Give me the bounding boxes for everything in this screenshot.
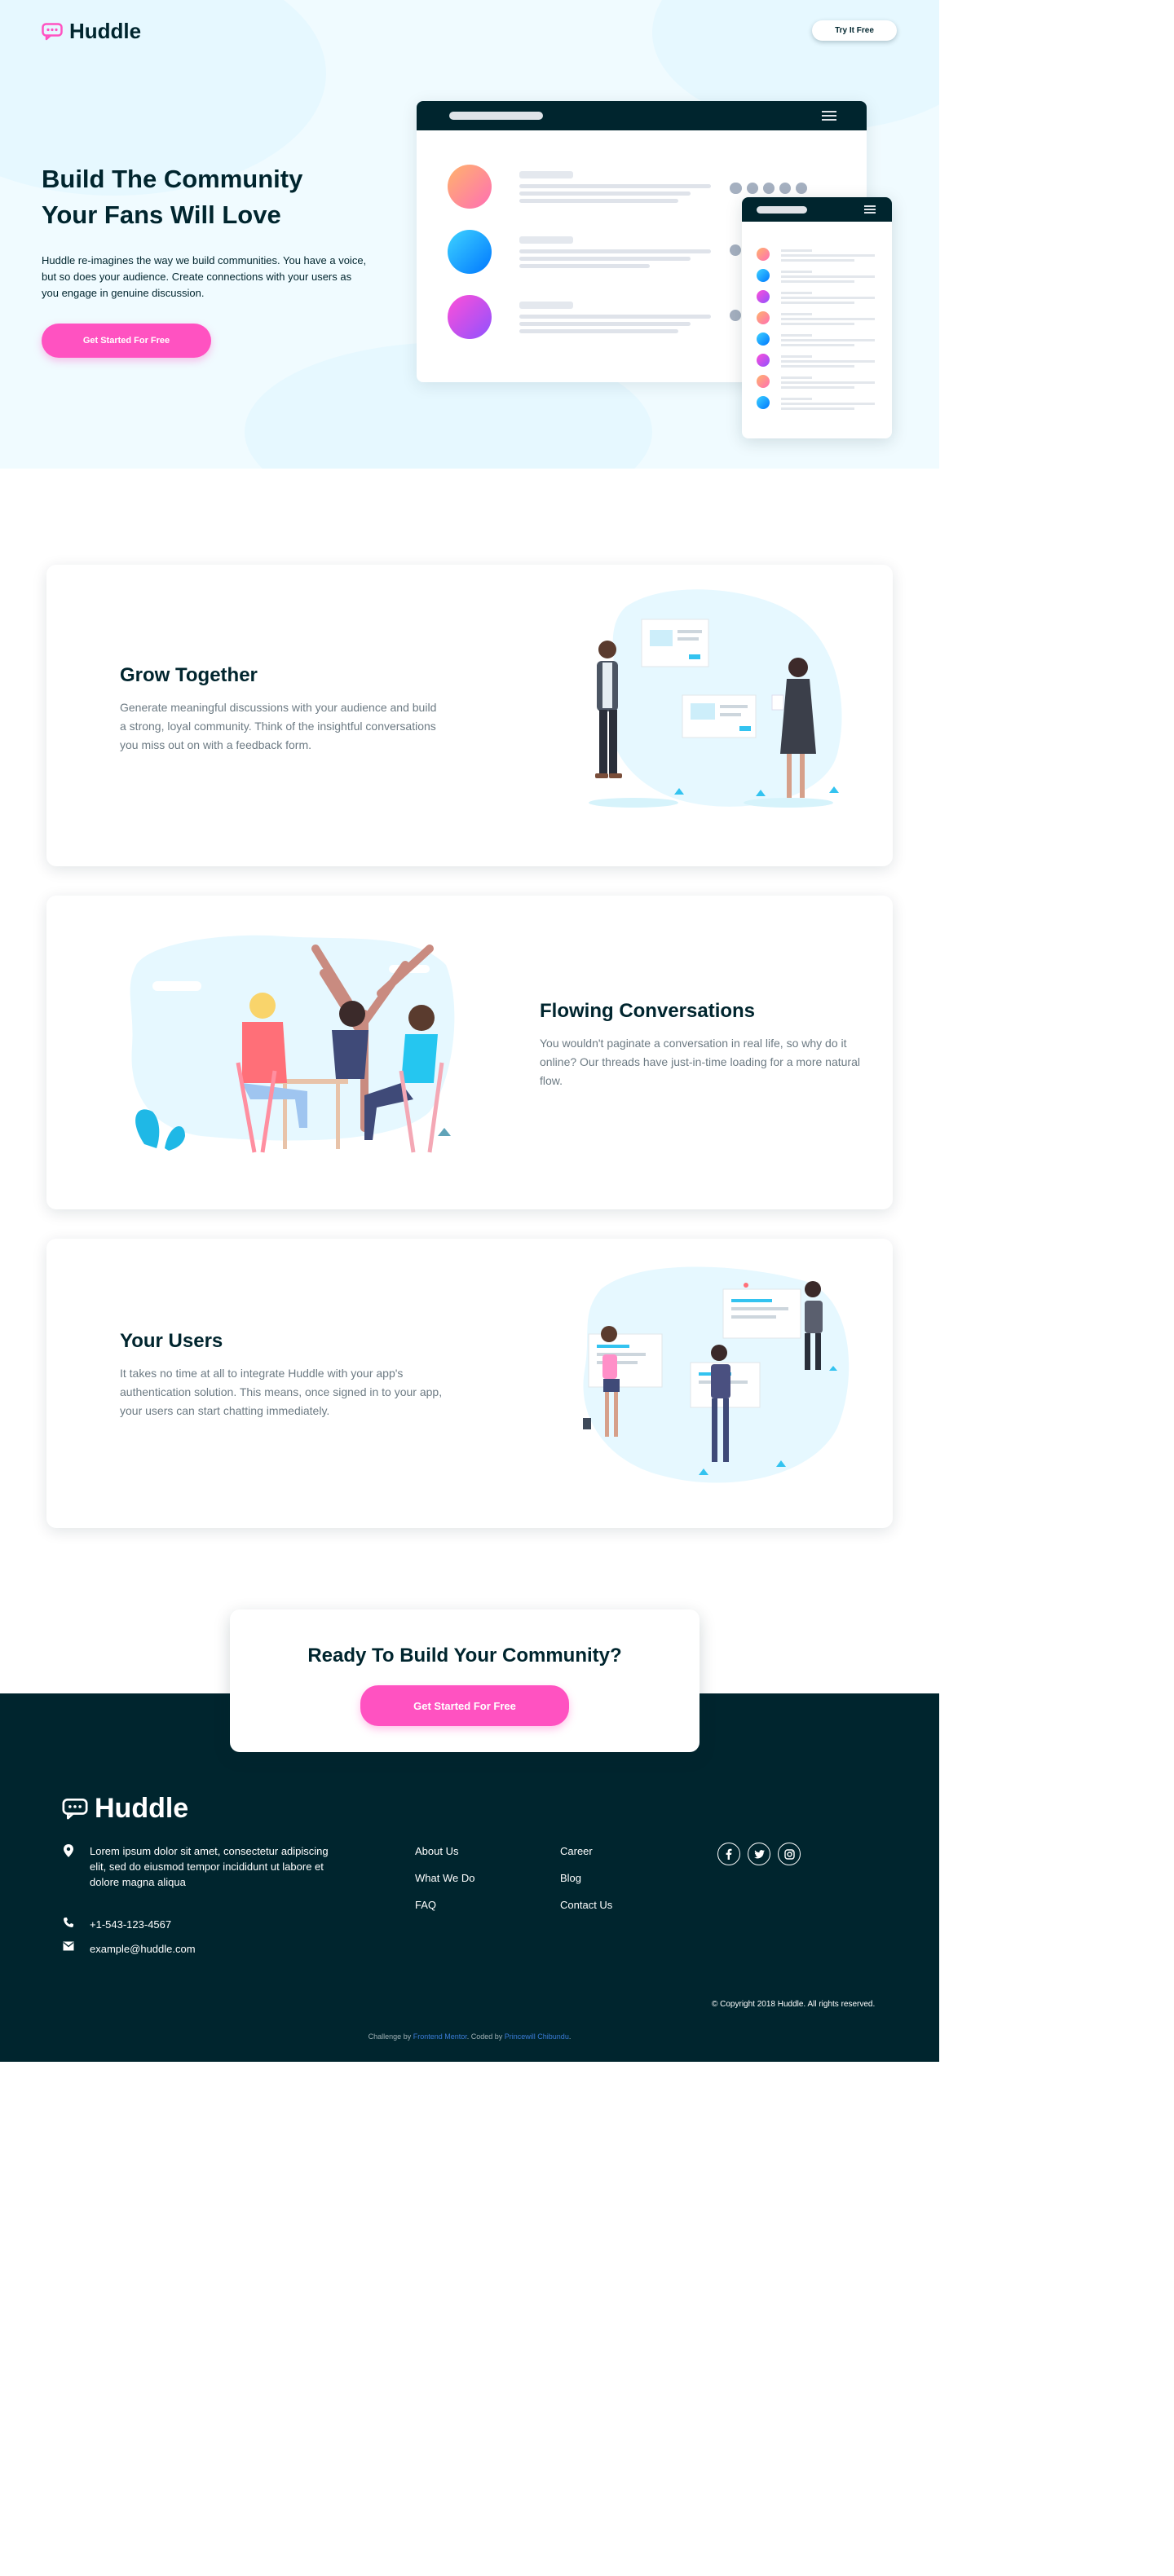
footer-email-text: example@huddle.com — [90, 1943, 196, 1955]
feature-description: Generate meaningful discussions with you… — [120, 701, 437, 751]
feature-card-flowing-conversations: Flowing Conversations You wouldn't pagin… — [46, 896, 893, 1209]
feature-title: Flowing Conversations — [540, 1000, 756, 1022]
twitter-icon[interactable] — [748, 1843, 770, 1865]
footer-logo[interactable]: Huddle — [62, 1793, 188, 1825]
menu-icon — [822, 111, 836, 121]
attribution-prefix: Challenge by — [368, 2032, 413, 2041]
hero-title: Build The Community Your Fans Will Love — [42, 161, 368, 233]
avatar — [448, 295, 492, 339]
get-started-button[interactable]: Get Started For Free — [360, 1685, 569, 1726]
footer-address-text: Lorem ipsum dolor sit amet, consectetur … — [90, 1845, 329, 1888]
try-it-free-button[interactable]: Try It Free — [812, 20, 897, 41]
hero-description: Huddle re-imagines the way we build comm… — [42, 254, 367, 299]
footer-link-faq[interactable]: FAQ — [415, 1899, 436, 1911]
feature-card-grow-together: Grow Together Generate meaningful discus… — [46, 565, 893, 866]
frontend-mentor-link[interactable]: Frontend Mentor — [413, 2032, 467, 2041]
author-link[interactable]: Princewill Chibundu — [505, 2032, 569, 2041]
facebook-icon[interactable] — [717, 1843, 740, 1865]
instagram-icon[interactable] — [778, 1843, 801, 1865]
feature-title: Your Users — [120, 1330, 223, 1352]
copyright-text: © Copyright 2018 Huddle. All rights rese… — [712, 2000, 876, 2009]
attribution-suffix: . — [568, 2032, 572, 2041]
avatar — [448, 230, 492, 274]
footer-link-what-we-do[interactable]: What We Do — [415, 1872, 474, 1884]
feature-title: Grow Together — [120, 664, 258, 686]
your-users-illustration — [583, 1266, 850, 1483]
mobile-mockup-image — [742, 197, 892, 438]
footer-link-contact-us[interactable]: Contact Us — [560, 1899, 612, 1911]
phone-icon — [64, 1918, 73, 1927]
email-icon — [63, 1941, 74, 1951]
attribution: Challenge by Frontend Mentor. Coded by P… — [0, 2032, 939, 2041]
footer-phone-text: +1-543-123-4567 — [90, 1918, 172, 1931]
avatar — [448, 165, 492, 209]
feature-description: You wouldn't paginate a conversation in … — [540, 1037, 860, 1087]
footer-link-about-us[interactable]: About Us — [415, 1845, 458, 1857]
location-pin-icon — [64, 1844, 73, 1857]
footer-phone: +1-543-123-4567 — [62, 1917, 171, 1932]
hero-title-line-2: Your Fans Will Love — [42, 200, 281, 229]
feature-description: It takes no time at all to integrate Hud… — [120, 1367, 443, 1417]
footer-link-blog[interactable]: Blog — [560, 1872, 581, 1884]
attribution-middle: . Coded by — [466, 2032, 505, 2041]
mockup-header-bar — [417, 101, 867, 130]
grow-together-illustration — [589, 589, 842, 808]
menu-icon — [864, 205, 876, 214]
logo[interactable]: Huddle — [42, 19, 141, 44]
mockup-dots — [730, 183, 807, 194]
get-started-button[interactable]: Get Started For Free — [42, 324, 211, 358]
footer-email: example@huddle.com — [62, 1941, 196, 1957]
footer-address: Lorem ipsum dolor sit amet, consectetur … — [62, 1843, 331, 1890]
footer-link-career[interactable]: Career — [560, 1845, 593, 1857]
logo-text: Huddle — [69, 19, 142, 43]
cta-title: Ready To Build Your Community? — [307, 1645, 622, 1667]
hero-title-line-1: Build The Community — [42, 165, 303, 193]
chat-bubble-icon — [62, 1798, 88, 1819]
flowing-conversations-illustration — [130, 935, 455, 1153]
chat-bubble-icon — [42, 22, 63, 40]
hero-section: Huddle Try It Free Build The Community Y… — [0, 0, 939, 469]
footer-logo-text: Huddle — [95, 1793, 189, 1824]
feature-card-your-users: Your Users It takes no time at all to in… — [46, 1239, 893, 1528]
cta-box: Ready To Build Your Community? Get Start… — [230, 1609, 700, 1752]
